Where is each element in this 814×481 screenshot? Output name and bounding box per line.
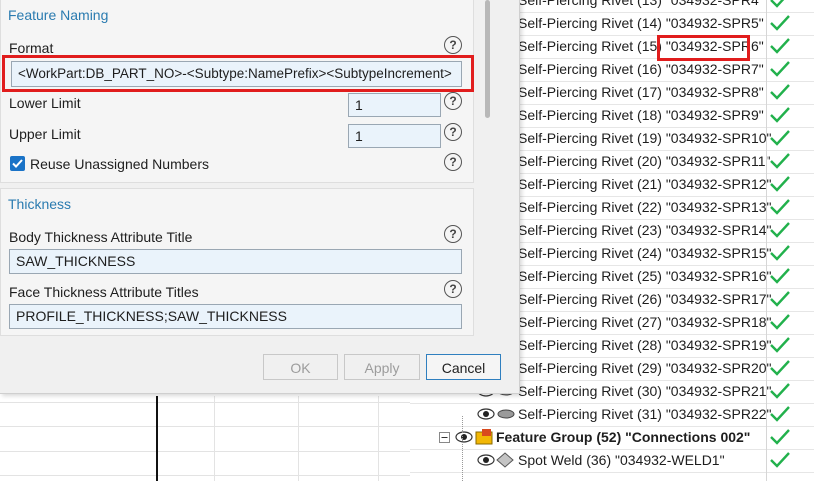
checkmark-icon (770, 199, 790, 215)
tree-row[interactable]: Spot Weld (36) "034932-WELD1" (410, 449, 814, 473)
checkmark-icon (770, 107, 790, 123)
background-grid (0, 396, 410, 481)
tree-row-label: Self-Piercing Rivet (16) "034932-SPR7" (518, 61, 764, 77)
checkmark-icon (770, 383, 790, 399)
upper-limit-input[interactable]: 1 (348, 124, 441, 148)
rivet-feature-icon (497, 409, 515, 419)
help-icon[interactable]: ? (444, 123, 462, 141)
checkmark-icon (770, 130, 790, 146)
checkmark-icon (770, 314, 790, 330)
tree-row-label: Self-Piercing Rivet (23) "034932-SPR14" (518, 222, 772, 238)
checkmark-icon (770, 0, 785, 8)
face-thickness-input[interactable]: PROFILE_THICKNESS;SAW_THICKNESS (9, 304, 462, 329)
lower-limit-input[interactable]: 1 (348, 93, 441, 117)
eye-icon[interactable] (476, 453, 496, 467)
lower-limit-label: Lower Limit (9, 95, 81, 111)
tree-row-label: Self-Piercing Rivet (17) "034932-SPR8" (518, 84, 764, 100)
tree-row-feature-group[interactable]: Feature Group (52) "Connections 002" (410, 426, 814, 450)
feature-naming-dialog: Feature Naming Format ? <WorkPart:DB_PAR… (0, 0, 520, 394)
tree-row[interactable]: Self-Piercing Rivet (31) "034932-SPR22" (410, 403, 814, 427)
help-icon[interactable]: ? (444, 153, 462, 171)
eye-icon[interactable] (454, 430, 474, 444)
column-divider (766, 0, 767, 481)
tree-row-label: Self-Piercing Rivet (28) "034932-SPR19" (518, 337, 772, 353)
tree-row-label: Self-Piercing Rivet (22) "034932-SPR13" (518, 199, 772, 215)
help-icon[interactable]: ? (444, 92, 462, 110)
checkmark-icon (770, 360, 790, 376)
face-thickness-label: Face Thickness Attribute Titles (9, 284, 199, 300)
tree-row-label: Self-Piercing Rivet (20) "034932-SPR11" (518, 153, 771, 169)
tree-row-label: Self-Piercing Rivet (13) "034932-SPR4" (518, 0, 764, 8)
tree-row-label: Self-Piercing Rivet (14) "034932-SPR5" (518, 15, 764, 31)
checkmark-icon (770, 15, 790, 31)
tree-connector (462, 416, 464, 481)
checkmark-icon (770, 61, 790, 77)
tree-row-label: Feature Group (52) "Connections 002" (496, 429, 751, 445)
upper-limit-label: Upper Limit (9, 126, 81, 142)
eye-icon[interactable] (476, 407, 496, 421)
checkmark-icon (770, 291, 790, 307)
checkmark-icon (770, 84, 790, 100)
cancel-button[interactable]: Cancel (426, 354, 501, 380)
folder-icon (475, 429, 493, 445)
reuse-label: Reuse Unassigned Numbers (30, 156, 209, 172)
checkmark-icon (770, 452, 790, 468)
body-thickness-input[interactable]: SAW_THICKNESS (9, 249, 462, 274)
checkmark-icon (770, 176, 790, 192)
scrollbar-thumb[interactable] (485, 0, 490, 118)
highlight-box (2, 55, 474, 92)
ok-button[interactable]: OK (263, 354, 338, 380)
check-icon (12, 159, 23, 168)
reuse-checkbox[interactable] (10, 156, 25, 171)
tree-row-label: Self-Piercing Rivet (27) "034932-SPR18" (518, 314, 772, 330)
tree-row-label: Self-Piercing Rivet (30) "034932-SPR21" (518, 383, 772, 399)
spot-weld-icon (496, 452, 514, 468)
tree-row-label: Self-Piercing Rivet (25) "034932-SPR16" (518, 268, 772, 284)
tree-row-label: Self-Piercing Rivet (31) "034932-SPR22" (518, 406, 772, 422)
apply-button[interactable]: Apply (344, 354, 420, 380)
section-title: Thickness (8, 196, 72, 212)
tree-row-label: Spot Weld (36) "034932-WELD1" (518, 452, 725, 468)
help-icon[interactable]: ? (444, 36, 462, 54)
checkmark-icon (770, 337, 790, 353)
thickness-section: Thickness Body Thickness Attribute Title… (0, 188, 474, 336)
checkmark-icon (770, 222, 790, 238)
body-thickness-label: Body Thickness Attribute Title (9, 229, 193, 245)
tree-row-label: Self-Piercing Rivet (29) "034932-SPR20" (518, 360, 772, 376)
help-icon[interactable]: ? (444, 225, 462, 243)
scrollbar[interactable] (483, 0, 493, 120)
checkmark-icon (770, 245, 790, 261)
checkmark-icon (770, 406, 790, 422)
help-icon[interactable]: ? (444, 280, 462, 298)
tree-row-label: Self-Piercing Rivet (21) "034932-SPR12" (518, 176, 772, 192)
grid-divider (156, 396, 158, 481)
checkmark-icon (770, 38, 790, 54)
section-title: Feature Naming (8, 7, 109, 23)
checkmark-icon (770, 153, 790, 169)
tree-row-label: Self-Piercing Rivet (26) "034932-SPR17" (518, 291, 772, 307)
collapse-icon[interactable] (439, 432, 450, 443)
tree-row-label: Self-Piercing Rivet (24) "034932-SPR15" (518, 245, 772, 261)
tree-row-label: Self-Piercing Rivet (19) "034932-SPR10" (518, 130, 772, 146)
highlight-box (657, 35, 750, 61)
format-label: Format (9, 40, 54, 56)
checkmark-icon (770, 429, 790, 445)
tree-row-label: Self-Piercing Rivet (18) "034932-SPR9" (518, 107, 764, 123)
checkmark-icon (770, 268, 790, 284)
